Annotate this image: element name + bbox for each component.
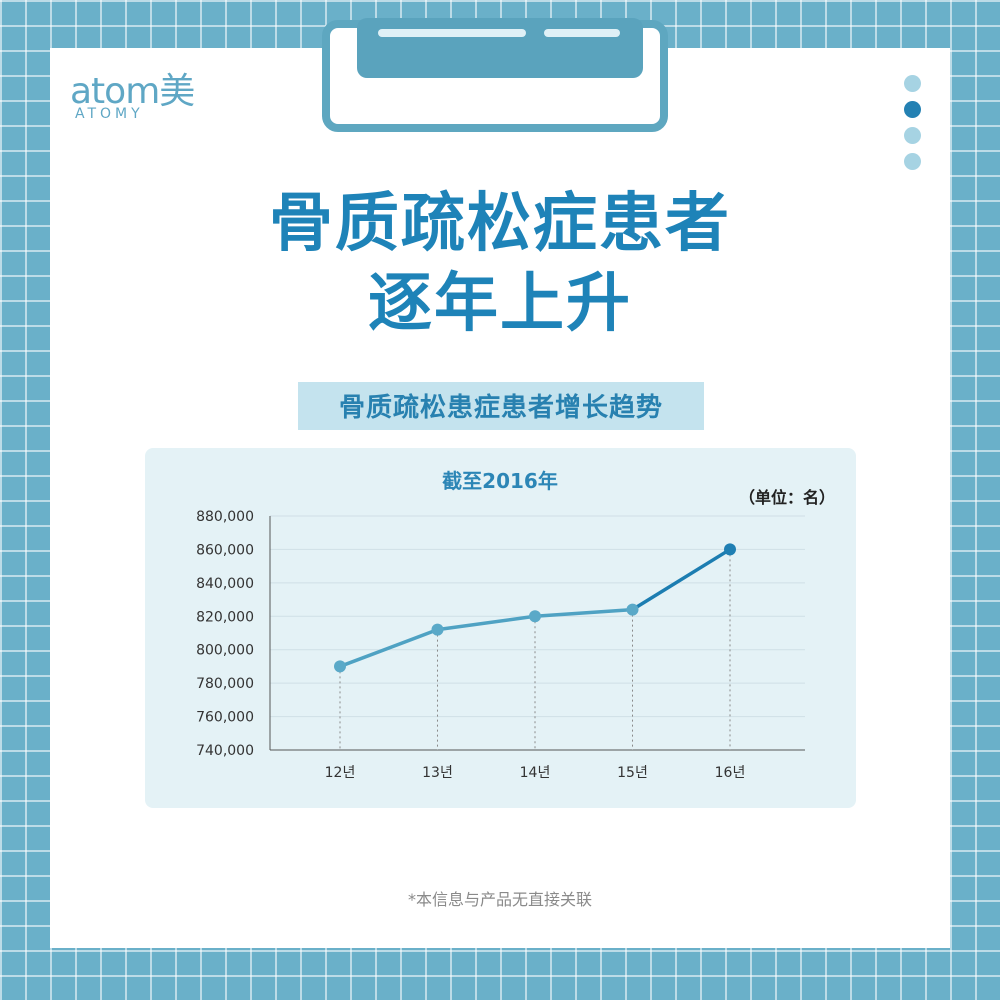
unit-label: （单位：名） xyxy=(739,488,835,507)
data-point xyxy=(626,603,639,616)
x-tick-label: 12년 xyxy=(325,765,356,781)
page-title-line2: 逐年上升 xyxy=(368,267,632,341)
line-chart: 截至2016年 （单位：名） 740,000 760,000 780,000 800,… xyxy=(196,469,835,781)
y-tick-label: 760,000 xyxy=(196,710,254,726)
page-title-line1: 骨质疏松症患者 xyxy=(269,187,731,261)
chart-subtitle: 骨质疏松患症患者增长趋势 xyxy=(338,393,663,423)
y-tick-label: 780,000 xyxy=(196,676,254,692)
data-point xyxy=(334,660,346,673)
y-tick-label: 740,000 xyxy=(196,743,254,759)
y-tick-label: 860,000 xyxy=(196,542,254,558)
page-dot-3[interactable] xyxy=(904,127,921,144)
page-dot-2[interactable] xyxy=(904,101,921,118)
data-point xyxy=(724,543,736,556)
page-dot-1[interactable] xyxy=(904,75,921,92)
footnote: *本信息与产品无直接关联 xyxy=(407,890,592,909)
y-tick-label: 820,000 xyxy=(196,609,254,625)
clip-slot-left xyxy=(378,29,526,37)
series-line xyxy=(338,547,732,669)
y-tick-label: 880,000 xyxy=(196,509,254,525)
data-point xyxy=(431,623,444,636)
x-tick-label: 16년 xyxy=(715,765,746,781)
brand-subtitle: ATOMY xyxy=(75,106,144,122)
page-dot-4[interactable] xyxy=(904,153,921,170)
clipboard-clip-top xyxy=(357,18,643,78)
data-point xyxy=(529,610,541,623)
y-tick-label: 800,000 xyxy=(196,643,254,659)
line-segment xyxy=(630,547,732,612)
clip-slot-right xyxy=(544,29,620,37)
chart-panel: 截至2016年 （单位：名） 740,000 760,000 780,000 800,… xyxy=(145,448,856,808)
x-tick-label: 15년 xyxy=(617,765,648,781)
x-tick-label: 13년 xyxy=(422,765,453,781)
y-tick-label: 840,000 xyxy=(196,576,254,592)
line-segment xyxy=(435,614,537,632)
x-tick-label: 14년 xyxy=(520,765,551,781)
chart-title: 截至2016年 xyxy=(442,469,558,493)
line-segment xyxy=(338,627,440,669)
line-segment xyxy=(533,607,635,619)
